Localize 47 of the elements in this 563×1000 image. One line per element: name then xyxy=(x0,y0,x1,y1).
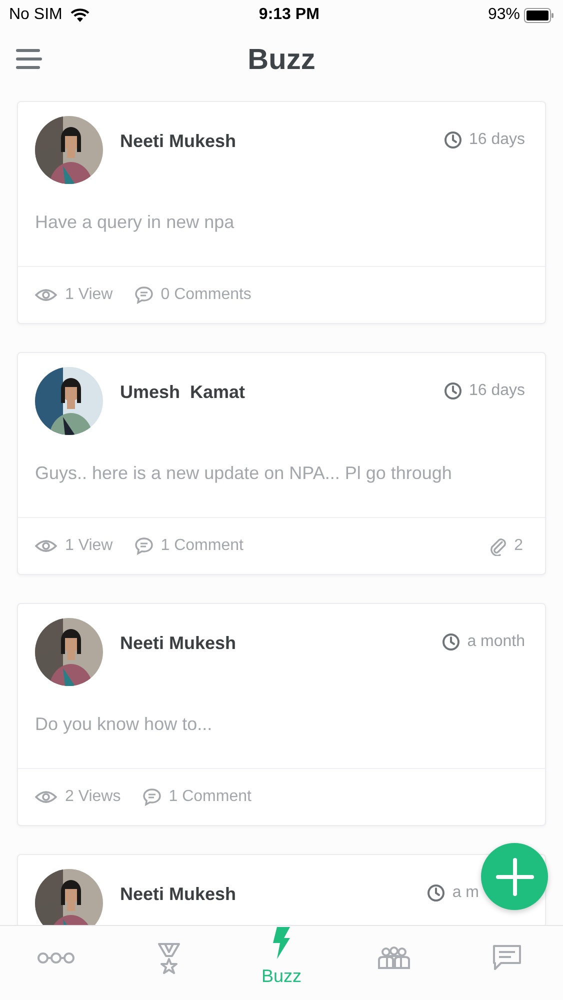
comment-count: 0 Comments xyxy=(160,285,252,305)
battery-icon xyxy=(524,8,554,22)
author-name: Neeti Mukesh xyxy=(120,883,236,906)
medal-icon[interactable] xyxy=(156,942,181,974)
plus-icon xyxy=(494,856,534,896)
clock-text: 9:13 PM xyxy=(258,5,320,25)
post-card[interactable]: Neeti Mukesh 16 days Have a query in new npa 1 View 0 Comments xyxy=(17,101,546,324)
wifi-icon xyxy=(70,8,90,22)
author-name: Neeti Mukesh xyxy=(120,130,236,153)
post-card[interactable]: Neeti Mukesh a m xyxy=(17,854,546,925)
post-time: 16 days xyxy=(468,381,525,401)
post-card[interactable]: Neeti Mukesh a month Do you know how to... 2 Views 1 Comment xyxy=(17,603,546,826)
post-text: Do you know how to... xyxy=(34,713,214,736)
menu-icon xyxy=(16,48,42,70)
view-count: 1 View xyxy=(65,285,113,305)
post-time: 16 days xyxy=(468,130,525,150)
view-count: 2 Views xyxy=(65,787,121,807)
battery-text: 93% xyxy=(488,5,520,25)
clock-icon xyxy=(444,131,462,149)
clock-icon xyxy=(444,382,462,400)
post-card[interactable]: Umesh Kamat 16 days Guys.. here is a new update on NPA... Pl go through 1 View 1 Comment 2 xyxy=(17,352,546,575)
eye-icon xyxy=(35,539,57,553)
lightning-icon[interactable] xyxy=(271,926,292,958)
post-time: a m xyxy=(452,883,479,903)
clock-icon xyxy=(442,633,460,651)
eye-icon xyxy=(35,288,57,302)
group-icon[interactable] xyxy=(378,946,410,970)
eye-icon xyxy=(35,790,57,804)
attachment-count: 2 xyxy=(514,536,523,556)
paperclip-icon xyxy=(488,536,506,556)
page-title: Buzz xyxy=(248,43,316,78)
post-text: Have a query in new npa xyxy=(34,211,236,234)
author-name: Neeti Mukesh xyxy=(120,632,236,655)
chat-icon[interactable] xyxy=(492,944,522,972)
view-count: 1 View xyxy=(65,536,113,556)
menu-button[interactable] xyxy=(16,48,42,70)
nodes-icon[interactable] xyxy=(37,952,76,964)
speech-bubble-icon xyxy=(134,537,153,555)
post-text: Guys.. here is a new update on NPA... Pl go through xyxy=(34,462,453,485)
speech-bubble-icon xyxy=(142,788,161,806)
comment-count: 1 Comment xyxy=(168,787,252,807)
comment-count: 1 Comment xyxy=(160,536,244,556)
speech-bubble-icon xyxy=(134,286,153,304)
carrier-text: No SIM xyxy=(9,5,62,25)
post-time: a month xyxy=(467,632,525,652)
clock-icon xyxy=(427,884,446,902)
author-name: Umesh Kamat xyxy=(120,381,246,404)
